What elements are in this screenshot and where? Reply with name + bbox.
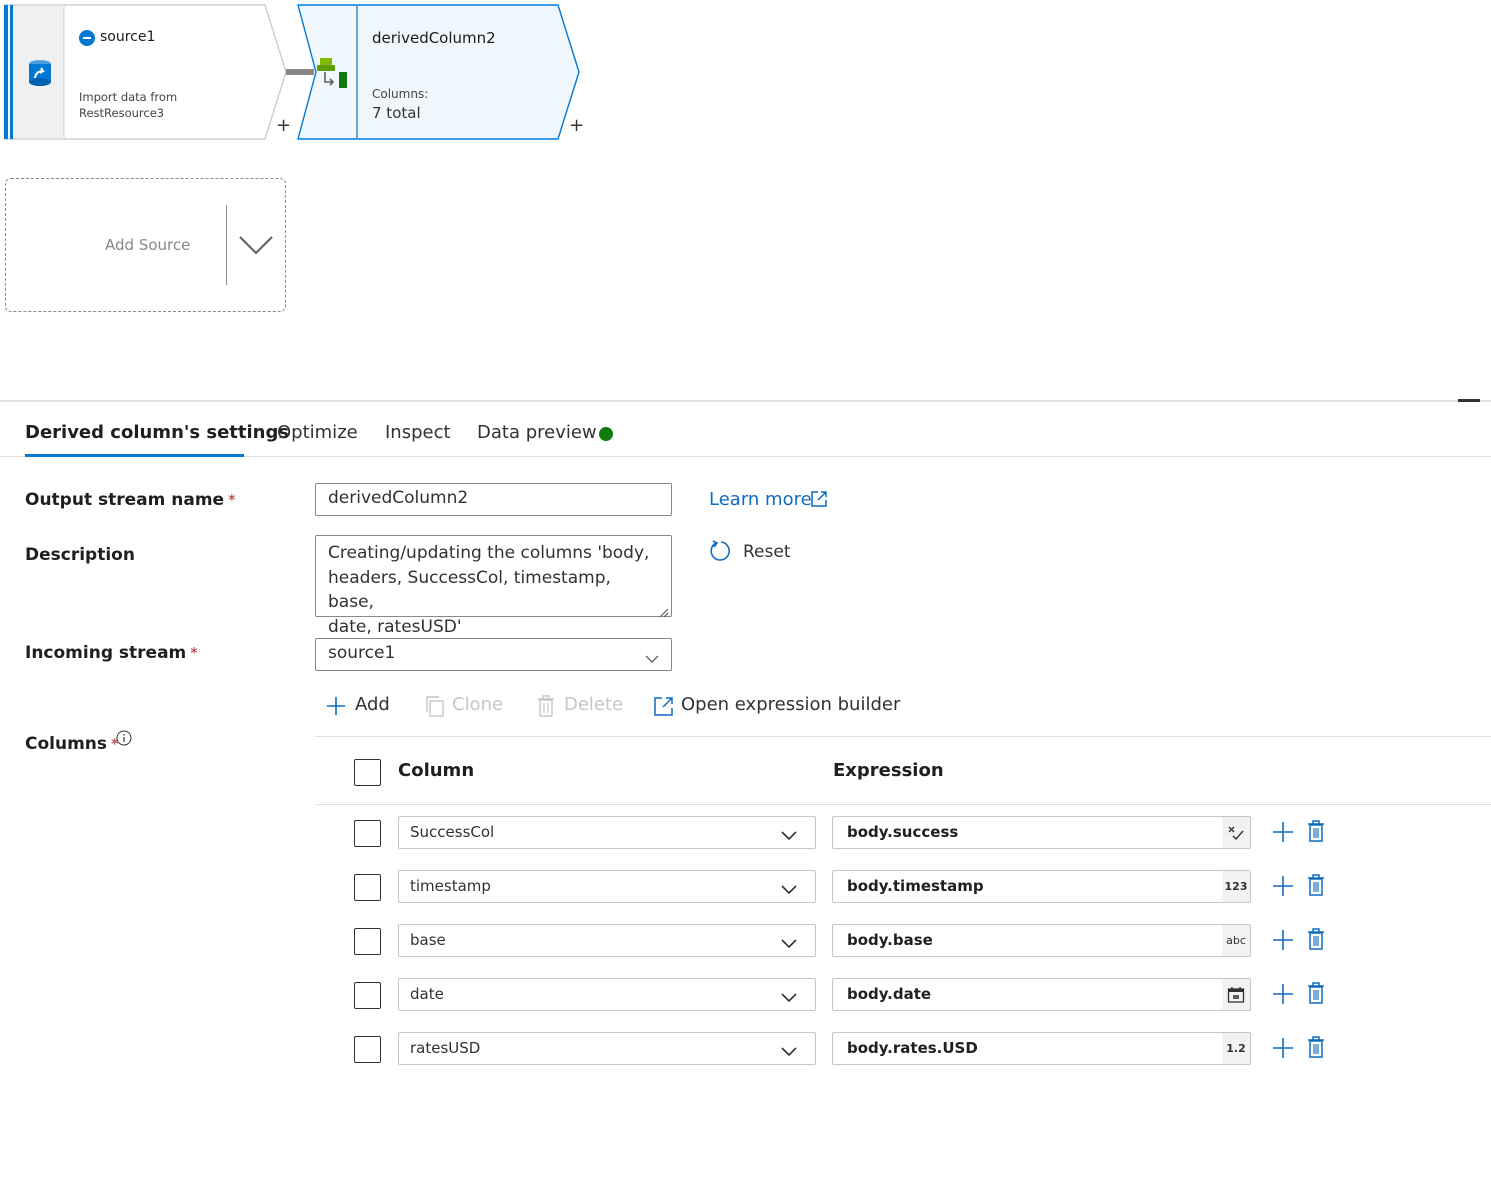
table-top-divider bbox=[315, 736, 1491, 737]
tab-inspect[interactable]: Inspect bbox=[385, 422, 451, 443]
expression-header: Expression bbox=[833, 760, 944, 781]
derived-column-icon bbox=[316, 56, 350, 90]
trash-icon[interactable] bbox=[1307, 928, 1325, 950]
chevron-down-icon bbox=[781, 1043, 797, 1057]
output-stream-input[interactable]: derivedColumn2 bbox=[315, 483, 672, 516]
source-add-transform-button[interactable]: + bbox=[276, 117, 291, 135]
chevron-down-icon bbox=[781, 827, 797, 841]
add-source-divider bbox=[226, 205, 227, 285]
column-name-select[interactable]: date bbox=[398, 978, 816, 1011]
column-header: Column bbox=[398, 760, 475, 781]
derived-node-title[interactable]: derivedColumn2 bbox=[372, 29, 496, 47]
trash-icon[interactable] bbox=[1307, 874, 1325, 896]
rest-source-icon bbox=[79, 30, 95, 46]
add-row-icon[interactable] bbox=[1272, 1037, 1294, 1059]
info-icon[interactable] bbox=[116, 730, 132, 746]
reset-icon[interactable] bbox=[709, 539, 733, 563]
add-row-icon[interactable] bbox=[1272, 821, 1294, 843]
add-icon[interactable] bbox=[326, 696, 346, 716]
expression-input[interactable]: body.success bbox=[832, 816, 1251, 849]
source-node-subtitle-1: Import data from bbox=[79, 90, 178, 104]
add-row-icon[interactable] bbox=[1272, 875, 1294, 897]
source-node-subtitle-2: RestResource3 bbox=[79, 106, 165, 120]
incoming-stream-label: Incoming stream * bbox=[25, 643, 198, 663]
reset-button[interactable]: Reset bbox=[743, 542, 791, 562]
column-name-select[interactable]: base bbox=[398, 924, 816, 957]
resize-handle-icon[interactable] bbox=[657, 603, 669, 618]
trash-icon[interactable] bbox=[1307, 982, 1325, 1004]
panel-divider bbox=[0, 400, 1491, 402]
add-source-label: Add Source bbox=[105, 236, 191, 254]
trash-icon[interactable] bbox=[1307, 1036, 1325, 1058]
source-node-title[interactable]: source1 bbox=[100, 29, 155, 45]
expression-input[interactable]: body.rates.USD 1.2 bbox=[832, 1032, 1251, 1065]
data-preview-status-badge bbox=[599, 427, 613, 441]
clone-button[interactable]: Clone bbox=[452, 694, 503, 715]
external-link-icon[interactable] bbox=[810, 490, 828, 508]
canvas-nodes-graphic bbox=[4, 4, 580, 140]
learn-more-link[interactable]: Learn more bbox=[709, 489, 812, 510]
column-name-select[interactable]: SuccessCol bbox=[398, 816, 816, 849]
open-builder-icon[interactable] bbox=[653, 696, 674, 717]
add-row-icon[interactable] bbox=[1272, 983, 1294, 1005]
tab-data-preview[interactable]: Data preview bbox=[477, 422, 597, 443]
row-checkbox[interactable] bbox=[354, 928, 381, 955]
active-tab-indicator bbox=[25, 454, 244, 457]
column-name-value: ratesUSD bbox=[410, 1039, 481, 1057]
expression-value: body.success bbox=[847, 823, 959, 841]
trash-icon[interactable] bbox=[1307, 820, 1325, 842]
add-source-box[interactable]: Add Source bbox=[5, 178, 286, 312]
number-type-badge: 123 bbox=[1222, 871, 1250, 902]
clone-icon bbox=[425, 696, 445, 717]
output-stream-label: Output stream name * bbox=[25, 490, 236, 510]
column-name-value: base bbox=[410, 931, 446, 949]
table-header-divider bbox=[315, 804, 1491, 805]
description-label: Description bbox=[25, 545, 135, 565]
tab-derived-column-settings[interactable]: Derived column's settings bbox=[25, 422, 289, 443]
row-checkbox[interactable] bbox=[354, 820, 381, 847]
derived-node-columns-value: 7 total bbox=[372, 104, 421, 122]
columns-label: Columns * bbox=[25, 734, 119, 754]
chevron-down-icon bbox=[781, 881, 797, 895]
chevron-down-icon[interactable] bbox=[238, 233, 274, 257]
minimize-panel-icon[interactable] bbox=[1458, 399, 1480, 402]
column-name-value: SuccessCol bbox=[410, 823, 495, 841]
column-name-select[interactable]: ratesUSD bbox=[398, 1032, 816, 1065]
derived-node-columns-label: Columns: bbox=[372, 87, 429, 101]
chevron-down-icon bbox=[645, 649, 659, 663]
expression-value: body.date bbox=[847, 985, 932, 1003]
expression-input[interactable]: body.date bbox=[832, 978, 1251, 1011]
incoming-stream-value: source1 bbox=[328, 643, 396, 663]
decimal-type-badge: 1.2 bbox=[1222, 1033, 1250, 1064]
expression-input[interactable]: body.timestamp 123 bbox=[832, 870, 1251, 903]
incoming-stream-select[interactable]: source1 bbox=[315, 638, 672, 671]
add-row-icon[interactable] bbox=[1272, 929, 1294, 951]
calendar-icon bbox=[1222, 979, 1250, 1010]
open-expression-builder-button[interactable]: Open expression builder bbox=[681, 694, 900, 715]
description-textarea[interactable]: Creating/updating the columns 'body, hea… bbox=[315, 535, 672, 637]
expression-value: body.rates.USD bbox=[847, 1039, 978, 1057]
derived-add-transform-button[interactable]: + bbox=[569, 117, 584, 135]
column-name-select[interactable]: timestamp bbox=[398, 870, 816, 903]
delete-button[interactable]: Delete bbox=[564, 694, 623, 715]
expression-value: body.timestamp bbox=[847, 877, 984, 895]
tab-optimize[interactable]: Optimize bbox=[277, 422, 358, 443]
row-checkbox[interactable] bbox=[354, 982, 381, 1009]
boolean-icon bbox=[1222, 817, 1250, 848]
expression-value: body.base bbox=[847, 931, 933, 949]
row-checkbox[interactable] bbox=[354, 1036, 381, 1063]
chevron-down-icon bbox=[781, 989, 797, 1003]
row-checkbox[interactable] bbox=[354, 874, 381, 901]
chevron-down-icon bbox=[781, 935, 797, 949]
add-button[interactable]: Add bbox=[355, 694, 390, 715]
select-all-checkbox[interactable] bbox=[354, 759, 381, 786]
string-type-badge: abc bbox=[1222, 925, 1250, 956]
column-name-value: date bbox=[410, 985, 444, 1003]
expression-input[interactable]: body.base abc bbox=[832, 924, 1251, 957]
database-icon bbox=[28, 59, 52, 87]
delete-icon bbox=[537, 695, 555, 717]
column-name-value: timestamp bbox=[410, 877, 491, 895]
